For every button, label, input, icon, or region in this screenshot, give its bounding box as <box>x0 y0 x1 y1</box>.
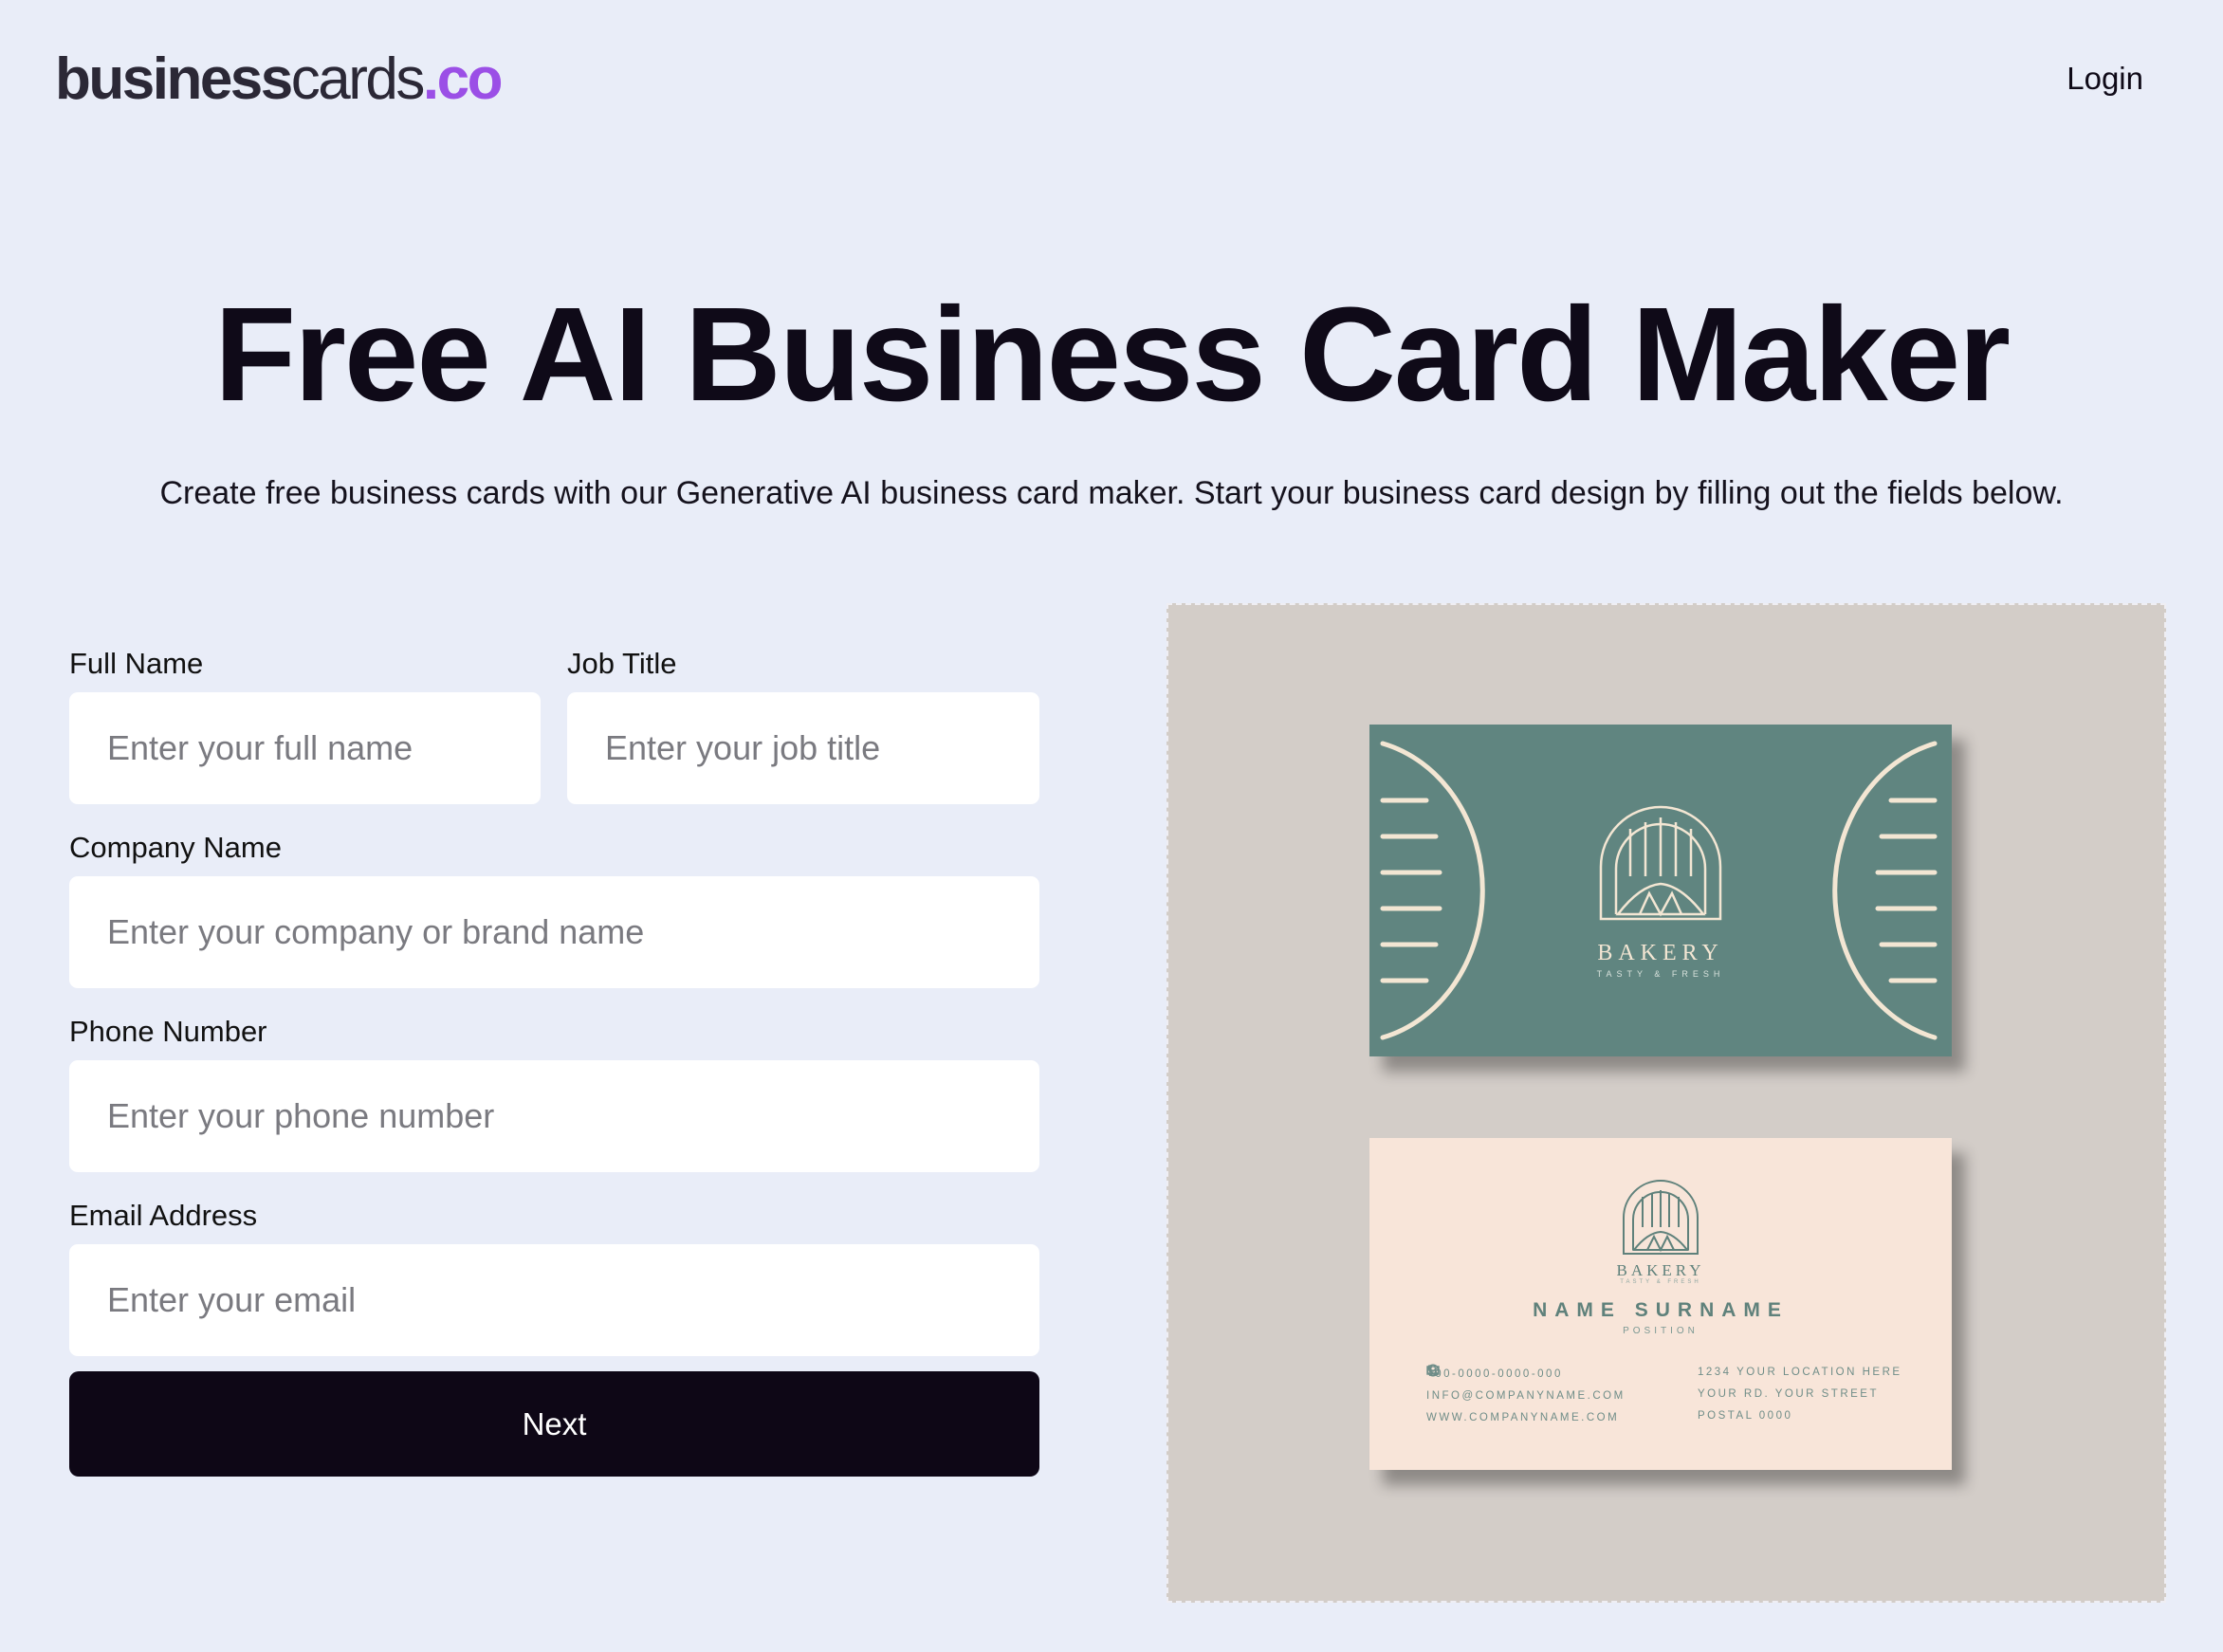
front-brand-name: BAKERY <box>1597 941 1724 965</box>
back-brand-name: BAKERY <box>1616 1261 1705 1279</box>
card-phone: +00-0000-0000-000 <box>1426 1368 1563 1380</box>
card-preview: BAKERY TASTY & FRESH BAKERY TASTY & FRES… <box>1167 603 2166 1603</box>
company-name-label: Company Name <box>69 831 282 864</box>
next-button[interactable]: Next <box>69 1371 1039 1477</box>
bakery-logo-icon <box>1599 805 1722 921</box>
card-contact-list: +00-0000-0000-000 INFO@COMPANYNAME.COM W… <box>1426 1364 1626 1429</box>
phone-number-label: Phone Number <box>69 1015 267 1048</box>
card-phone-row: +00-0000-0000-000 <box>1426 1364 1626 1386</box>
page-subtitle: Create free business cards with our Gene… <box>159 475 2064 511</box>
phone-number-input[interactable] <box>69 1060 1039 1172</box>
page-title: Free AI Business Card Maker <box>213 279 2011 429</box>
logo-part-business: business <box>55 46 293 112</box>
card-address: 1234 YOUR LOCATION HERE YOUR RD. YOUR ST… <box>1698 1362 1902 1427</box>
card-address-line-3: POSTAL 0000 <box>1698 1410 1793 1422</box>
card-back: BAKERY TASTY & FRESH NAME SURNAME POSITI… <box>1369 1138 1952 1470</box>
logo-part-co: .co <box>422 46 504 112</box>
front-tagline: TASTY & FRESH <box>1596 969 1725 979</box>
globe-icon <box>1426 1364 1440 1377</box>
full-name-label: Full Name <box>69 647 204 680</box>
card-front: BAKERY TASTY & FRESH <box>1369 725 1952 1056</box>
email-address-label: Email Address <box>69 1199 258 1232</box>
card-email: INFO@COMPANYNAME.COM <box>1426 1390 1626 1402</box>
site-logo[interactable]: businesscards.co <box>55 46 504 114</box>
logo-part-cards: cards <box>290 46 426 112</box>
card-website: WWW.COMPANYNAME.COM <box>1426 1412 1620 1423</box>
card-front-artwork <box>1380 741 1938 1040</box>
card-address-line-1: 1234 YOUR LOCATION HERE <box>1698 1367 1902 1378</box>
bakery-logo-icon <box>1623 1180 1699 1255</box>
card-email-row: INFO@COMPANYNAME.COM <box>1426 1366 1626 1407</box>
login-link[interactable]: Login <box>2067 61 2143 97</box>
company-name-input[interactable] <box>69 876 1039 988</box>
card-address-line-2: YOUR RD. YOUR STREET <box>1698 1388 1879 1400</box>
card-name: NAME SURNAME <box>1533 1299 1789 1321</box>
job-title-label: Job Title <box>567 647 677 680</box>
back-tagline: TASTY & FRESH <box>1620 1279 1701 1285</box>
full-name-input[interactable] <box>69 692 541 804</box>
job-title-input[interactable] <box>567 692 1039 804</box>
card-website-row: WWW.COMPANYNAME.COM <box>1426 1364 1626 1429</box>
email-address-input[interactable] <box>69 1244 1039 1356</box>
card-position: POSITION <box>1623 1326 1699 1336</box>
